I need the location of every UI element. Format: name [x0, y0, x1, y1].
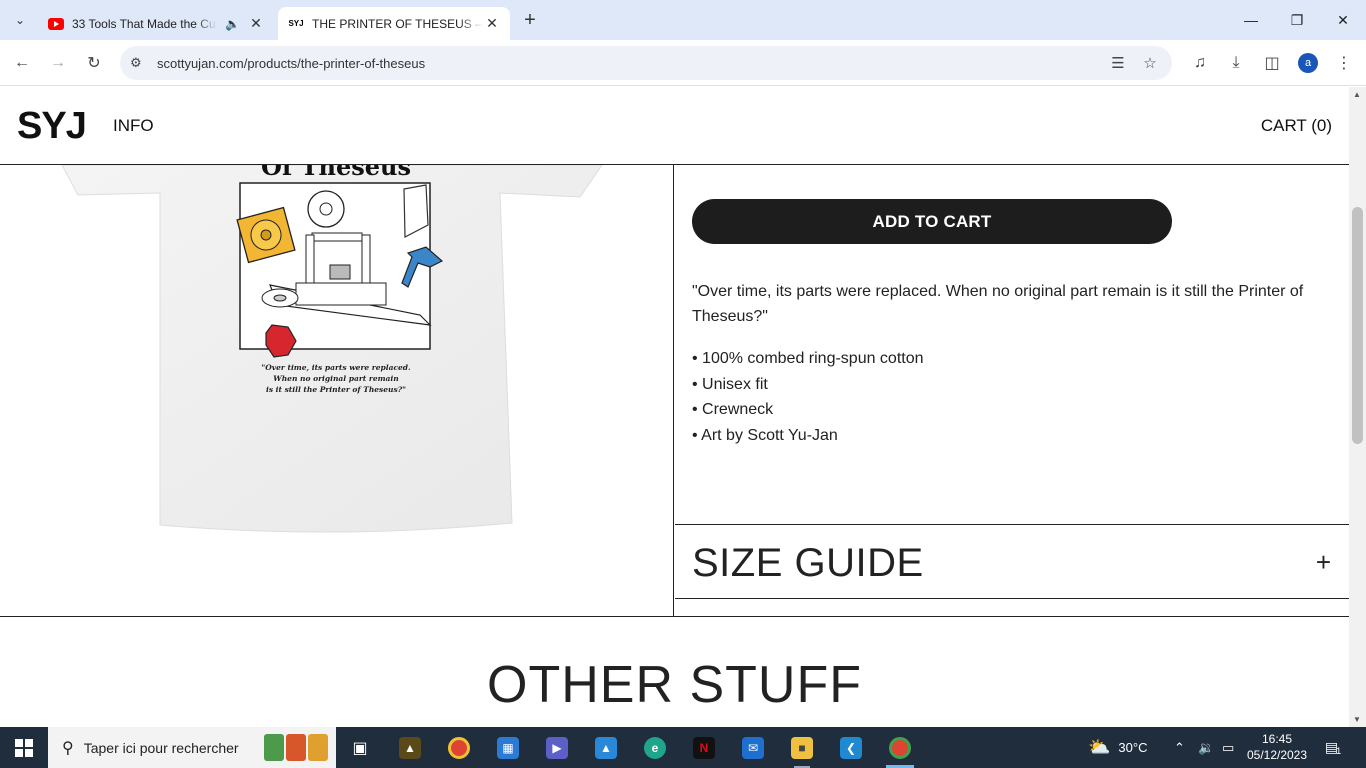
site-info-icon[interactable]: ⚙ [130, 55, 150, 71]
search-icon: ⚲ [62, 739, 74, 757]
tshirt-illustration: Of Theseus "Over time, its parts were re… [61, 165, 603, 533]
clock-date: 05/12/2023 [1246, 748, 1308, 762]
microsoft-store-icon[interactable]: ▦ [488, 731, 528, 764]
download-icon[interactable]: ⤓ [1222, 49, 1250, 77]
task-view-icon[interactable]: ▣ [340, 731, 380, 764]
feature-item: • Unisex fit [692, 375, 768, 393]
weather-sun-cloud-icon: ⛅ [1088, 737, 1111, 757]
restore-button[interactable]: ❐ [1274, 0, 1320, 40]
page-scrollbar[interactable]: ▲ ▼ [1349, 87, 1366, 727]
start-button[interactable] [0, 727, 48, 768]
windows-taskbar: ⚲ Taper ici pour rechercher ▣ ▲ ▦ ▶ ▲ e … [0, 727, 1366, 768]
size-guide-title[interactable]: SIZE GUIDE [692, 541, 924, 586]
vscode-app-icon[interactable]: ❮ [831, 731, 871, 764]
notification-center-icon[interactable]: ▤ 1 [1322, 737, 1344, 757]
svg-text:is it still the Printer of The: is it still the Printer of Theseus?" [266, 385, 406, 394]
media-control-icon[interactable]: ♫ [1186, 49, 1214, 77]
web-page: SYJ INFO CART (0) Of Theseus "Over time,… [0, 87, 1349, 727]
translate-icon[interactable]: ☰ [1106, 51, 1130, 75]
notification-count: 1 [1336, 746, 1342, 756]
speaker-icon[interactable]: 🔈 [225, 17, 240, 31]
close-tab-icon[interactable]: ✕ [248, 15, 264, 32]
other-stuff-heading: OTHER STUFF [487, 656, 862, 714]
plus-icon[interactable]: + [1316, 547, 1331, 578]
tab-search-chevron-icon[interactable]: ⌄ [8, 8, 32, 32]
add-to-cart-button[interactable]: ADD TO CART [692, 199, 1172, 244]
chrome-profile-app-icon[interactable] [880, 731, 920, 768]
tab-title: 33 Tools That Made the Cut [72, 16, 218, 31]
reload-icon[interactable]: ↻ [80, 49, 108, 77]
svg-text:When no original part remain: When no original part remain [273, 374, 398, 383]
taskbar-clock[interactable]: 16:45 05/12/2023 [1240, 731, 1314, 763]
new-tab-button[interactable]: + [518, 8, 542, 32]
minimize-button[interactable]: — [1228, 0, 1274, 40]
file-explorer-icon[interactable]: ■ [782, 731, 822, 768]
site-header: SYJ INFO CART (0) [0, 87, 1349, 165]
close-tab-icon[interactable]: ✕ [484, 15, 500, 32]
art-title: Of Theseus [261, 165, 411, 181]
svg-text:"Over time, its parts were rep: "Over time, its parts were replaced. [261, 363, 411, 372]
archicad-app-icon[interactable]: ▲ [390, 731, 430, 764]
feature-item: • Crewneck [692, 401, 774, 418]
feature-item: • Art by Scott Yu-Jan [692, 426, 838, 444]
scrollbar-thumb[interactable] [1352, 207, 1363, 444]
profile-avatar[interactable]: a [1298, 53, 1318, 73]
show-hidden-icons-chevron-icon[interactable]: ⌃ [1174, 727, 1185, 768]
site-logo[interactable]: SYJ [17, 105, 87, 148]
close-window-button[interactable]: ✕ [1320, 0, 1366, 40]
side-panel-icon[interactable]: ◫ [1258, 49, 1286, 77]
feature-item: • 100% combed ring-spun cotton [692, 350, 924, 367]
product-features-list: • 100% combed ring-spun cotton • Unisex … [692, 346, 924, 448]
tab-title: THE PRINTER OF THESEUS – Sc [312, 16, 484, 31]
bookmark-star-icon[interactable]: ☆ [1138, 51, 1162, 75]
cart-link[interactable]: CART (0) [1261, 116, 1332, 136]
tab-strip: ⌄ 33 Tools That Made the Cut 🔈 ✕ SYJ THE… [0, 0, 1366, 40]
product-image: Of Theseus "Over time, its parts were re… [0, 165, 674, 616]
clock-time: 16:45 [1261, 732, 1293, 746]
youtube-icon [48, 16, 64, 32]
syj-favicon: SYJ [288, 19, 304, 28]
product-description: "Over time, its parts were replaced. Whe… [692, 283, 1304, 325]
url-text[interactable]: scottyujan.com/products/the-printer-of-t… [157, 56, 425, 71]
windows-logo-icon [15, 738, 33, 757]
tab-youtube[interactable]: 33 Tools That Made the Cut 🔈 ✕ [38, 7, 274, 40]
section-divider [0, 616, 1349, 617]
weather-widget[interactable]: ⛅ 30°C [1088, 727, 1147, 768]
netflix-app-icon[interactable]: N [684, 731, 724, 764]
edge-app-icon[interactable]: e [635, 731, 675, 764]
power-automate-icon[interactable]: ▶ [537, 731, 577, 764]
photos-app-icon[interactable]: ▲ [586, 731, 626, 764]
chrome-app-icon[interactable] [439, 731, 479, 764]
mail-app-icon[interactable]: ✉ [733, 731, 773, 764]
browser-toolbar: ← → ↻ ⚙ scottyujan.com/products/the-prin… [0, 40, 1366, 86]
battery-icon[interactable]: ▭ [1222, 727, 1234, 768]
size-guide-accordion[interactable]: SIZE GUIDE + [675, 524, 1349, 599]
tab-printer-of-theseus[interactable]: SYJ THE PRINTER OF THESEUS – Sc ✕ [278, 7, 510, 40]
back-arrow-icon[interactable]: ← [8, 49, 36, 77]
search-highlight-gifts-icon[interactable] [264, 734, 328, 761]
weather-temperature: 30°C [1118, 740, 1148, 755]
search-placeholder: Taper ici pour rechercher [83, 739, 239, 756]
address-bar[interactable]: ⚙ scottyujan.com/products/the-printer-of… [120, 46, 1172, 80]
volume-icon[interactable]: 🔉 [1198, 727, 1214, 768]
nav-info-link[interactable]: INFO [113, 116, 154, 136]
forward-arrow-icon[interactable]: → [44, 49, 72, 77]
menu-kebab-icon[interactable]: ⋮ [1330, 49, 1358, 77]
scroll-up-arrow-icon[interactable]: ▲ [1353, 90, 1361, 99]
scroll-down-arrow-icon[interactable]: ▼ [1353, 715, 1361, 724]
taskbar-search[interactable]: ⚲ Taper ici pour rechercher [48, 727, 336, 768]
